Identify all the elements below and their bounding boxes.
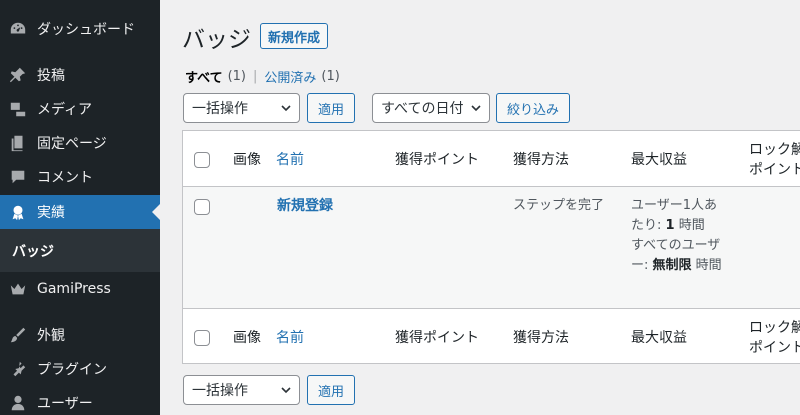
sidebar-item-label: プラグイン bbox=[37, 362, 107, 378]
page-title: バッジ bbox=[182, 27, 251, 53]
sidebar-item-label: 投稿 bbox=[37, 68, 65, 84]
column-image: 画像 bbox=[233, 152, 261, 168]
column-points: 獲得ポイント bbox=[395, 330, 479, 346]
dashboard-icon bbox=[8, 19, 28, 39]
column-max-earnings: 最大収益 bbox=[631, 152, 687, 168]
badges-table: 画像 名前 獲得ポイント 獲得方法 最大収益 ロック解 ポイント 新規登録 ステ… bbox=[182, 130, 800, 364]
table-row: 新規登録 ステップを完了 ユーザー1人あ たり: 1 時間 すべてのユーザ ー:… bbox=[183, 187, 800, 308]
column-points: 獲得ポイント bbox=[395, 152, 479, 168]
column-method: 獲得方法 bbox=[513, 330, 569, 346]
sidebar-item-label: 固定ページ bbox=[37, 136, 107, 152]
sidebar-item-media[interactable]: メディア bbox=[0, 92, 160, 126]
page-icon bbox=[8, 133, 28, 153]
column-image: 画像 bbox=[233, 330, 261, 346]
row-method: ステップを完了 bbox=[513, 198, 605, 213]
sidebar-item-users[interactable]: ユーザー bbox=[0, 386, 160, 415]
sidebar-item-achievements[interactable]: 実績 bbox=[0, 195, 160, 229]
table-header: 画像 名前 獲得ポイント 獲得方法 最大収益 ロック解 ポイント bbox=[183, 131, 800, 187]
chevron-down-icon bbox=[281, 105, 291, 112]
sidebar-item-label: GamiPress bbox=[37, 281, 111, 297]
sidebar-item-label: 外観 bbox=[37, 328, 65, 344]
filter-published-count: (1) bbox=[321, 69, 340, 84]
max-line2-value: 1 bbox=[665, 218, 675, 233]
apply-button[interactable]: 適用 bbox=[307, 93, 355, 123]
crown-icon bbox=[8, 279, 28, 299]
bulk-action-value: 一括操作 bbox=[192, 101, 248, 117]
bulk-action-value: 一括操作 bbox=[192, 383, 248, 399]
filter-all-link[interactable]: すべて bbox=[185, 67, 223, 86]
achievements-submenu: バッジ bbox=[0, 229, 160, 272]
media-icon bbox=[8, 99, 28, 119]
sidebar-item-gamipress[interactable]: GamiPress bbox=[0, 272, 160, 306]
filter-all-count: (1) bbox=[227, 69, 246, 84]
apply-button-bottom[interactable]: 適用 bbox=[307, 375, 355, 405]
sidebar-item-label: 実績 bbox=[37, 205, 65, 221]
sidebar-item-label: コメント bbox=[37, 170, 93, 186]
bulk-action-select-bottom[interactable]: 一括操作 bbox=[183, 375, 300, 405]
add-new-button[interactable]: 新規作成 bbox=[260, 23, 329, 49]
column-name-sort[interactable]: 名前 bbox=[276, 150, 304, 170]
column-unlock-line2: ポイント bbox=[749, 340, 800, 356]
sidebar-item-pages[interactable]: 固定ページ bbox=[0, 126, 160, 160]
max-line4-value: 無制限 bbox=[652, 258, 692, 273]
sidebar-item-posts[interactable]: 投稿 bbox=[0, 58, 160, 92]
bulk-action-select[interactable]: 一括操作 bbox=[183, 93, 300, 123]
sidebar-item-label: ユーザー bbox=[37, 396, 93, 412]
filter-published-link[interactable]: 公開済み bbox=[264, 67, 316, 86]
filter-separator: | bbox=[253, 69, 258, 84]
sidebar-item-plugins[interactable]: プラグイン bbox=[0, 352, 160, 386]
sidebar-item-appearance[interactable]: 外観 bbox=[0, 318, 160, 352]
admin-sidebar: ダッシュボード 投稿 メディア 固定ページ コメント 実績 バッジ GamiPr… bbox=[0, 0, 160, 415]
select-all-checkbox[interactable] bbox=[194, 152, 210, 168]
brush-icon bbox=[8, 325, 28, 345]
comment-icon bbox=[8, 167, 28, 187]
date-filter-value: すべての日付 bbox=[381, 101, 464, 117]
select-all-checkbox-footer[interactable] bbox=[194, 330, 210, 346]
column-max-earnings: 最大収益 bbox=[631, 330, 687, 346]
column-unlock-line2: ポイント bbox=[749, 162, 800, 178]
submenu-item-badges[interactable]: バッジ bbox=[12, 241, 54, 261]
column-name-sort[interactable]: 名前 bbox=[276, 328, 304, 348]
sidebar-item-label: メディア bbox=[37, 102, 93, 118]
sidebar-item-dashboard[interactable]: ダッシュボード bbox=[0, 12, 160, 46]
pin-icon bbox=[8, 65, 28, 85]
row-max-line4: ー: 無制限 時間 bbox=[631, 256, 722, 276]
max-line2-prefix: たり: bbox=[631, 218, 666, 233]
chevron-down-icon bbox=[471, 105, 481, 112]
status-filter-links: すべて (1) | 公開済み (1) bbox=[185, 67, 340, 86]
row-max-line2: たり: 1 時間 bbox=[631, 216, 705, 236]
row-checkbox[interactable] bbox=[194, 199, 210, 215]
table-footer: 画像 名前 獲得ポイント 獲得方法 最大収益 ロック解 ポイント bbox=[183, 308, 800, 364]
filter-button[interactable]: 絞り込み bbox=[496, 93, 570, 123]
column-unlock-line1: ロック解 bbox=[749, 142, 800, 158]
max-line4-suffix: 時間 bbox=[691, 258, 722, 273]
max-line2-suffix: 時間 bbox=[674, 218, 705, 233]
plugin-icon bbox=[8, 359, 28, 379]
sidebar-item-label: ダッシュボード bbox=[37, 22, 135, 38]
sidebar-item-comments[interactable]: コメント bbox=[0, 160, 160, 194]
row-max-line1: ユーザー1人あ bbox=[631, 198, 718, 213]
row-title-link[interactable]: 新規登録 bbox=[277, 196, 333, 216]
max-line4-prefix: ー: bbox=[631, 258, 653, 273]
column-method: 獲得方法 bbox=[513, 152, 569, 168]
chevron-down-icon bbox=[281, 387, 291, 394]
column-unlock-line1: ロック解 bbox=[749, 320, 800, 336]
award-icon bbox=[8, 202, 28, 222]
main-content: バッジ 新規作成 すべて (1) | 公開済み (1) 一括操作 適用 すべての… bbox=[160, 0, 800, 415]
user-icon bbox=[8, 393, 28, 413]
date-filter-select[interactable]: すべての日付 bbox=[372, 93, 490, 123]
row-max-line3: すべてのユーザ bbox=[631, 238, 721, 253]
